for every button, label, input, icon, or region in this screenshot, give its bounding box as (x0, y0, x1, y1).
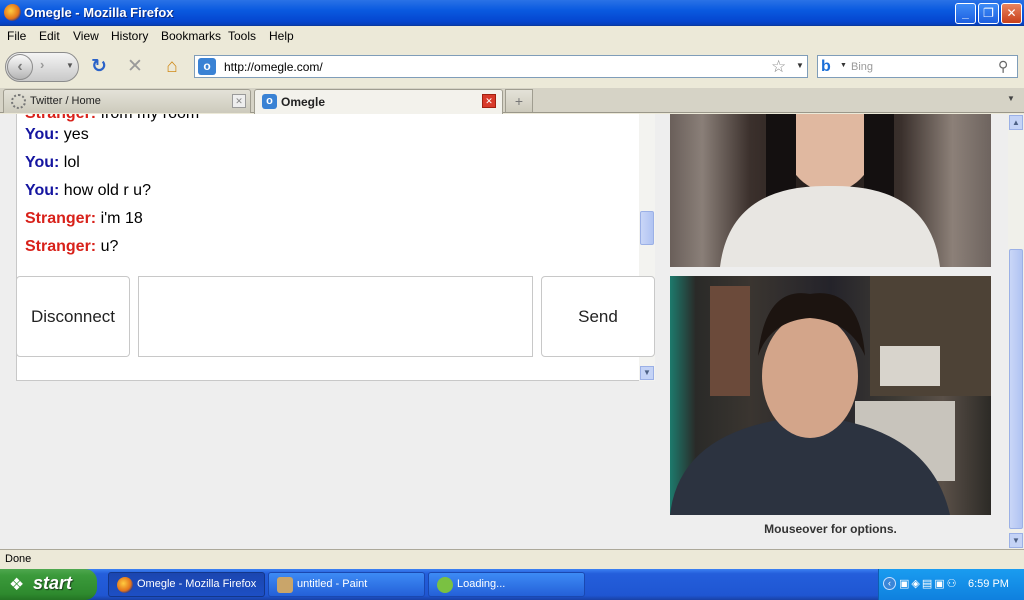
chat-scroll-thumb[interactable] (640, 211, 654, 245)
chat-message: u? (96, 238, 119, 255)
chat-sender: Stranger: (25, 238, 97, 255)
page-scrollbar[interactable]: ▲ ▼ (1008, 114, 1024, 549)
chat-sender: Stranger: (25, 114, 96, 122)
windows-taskbar: ❖ start Omegle - Mozilla Firefox untitle… (0, 569, 1024, 600)
stranger-video-frame (720, 114, 940, 267)
minimize-button[interactable]: _ (955, 3, 976, 24)
show-hidden-icons-icon[interactable]: ‹ (883, 577, 896, 590)
bing-engine-icon[interactable]: b (821, 59, 838, 75)
window-titlebar[interactable]: Omegle - Mozilla Firefox _ ❐ ✕ (0, 0, 1024, 26)
system-tray: ‹ ▣◈▤▣⚇ 6:59 PM (878, 569, 1024, 600)
start-label: start (33, 573, 73, 593)
video-options-caption: Mouseover for options. (764, 522, 897, 536)
chat-message: from my room (96, 114, 200, 122)
taskbar-item-label: Omegle - Mozilla Firefox (137, 578, 257, 590)
tab-label: Twitter / Home (30, 95, 101, 107)
close-button[interactable]: ✕ (1001, 3, 1022, 24)
forward-icon[interactable]: › (40, 57, 44, 72)
stop-icon[interactable]: ✕ (124, 56, 146, 78)
back-forward-group: ‹ › ▼ (5, 52, 79, 82)
menu-edit[interactable]: Edit (39, 29, 60, 43)
all-tabs-dropdown-icon[interactable]: ▼ (1007, 94, 1015, 103)
menu-bookmarks[interactable]: Bookmarks (161, 29, 221, 43)
taskbar-item-firefox[interactable]: Omegle - Mozilla Firefox (108, 572, 265, 597)
chat-line: Stranger: u? (25, 238, 118, 256)
self-video-frame (670, 276, 991, 515)
menu-history[interactable]: History (111, 29, 148, 43)
tab-close-icon[interactable]: ✕ (232, 94, 246, 108)
search-engine-dropdown-icon[interactable]: ▼ (840, 62, 847, 69)
message-input[interactable] (138, 276, 533, 357)
status-bar: Done (0, 549, 1024, 569)
chat-line: You: yes (25, 126, 89, 144)
self-video[interactable] (670, 276, 991, 515)
chat-message: how old r u? (59, 182, 151, 199)
search-go-icon[interactable]: ⚲ (998, 58, 1008, 75)
history-dropdown-icon[interactable]: ▼ (66, 61, 74, 70)
url-dropdown-icon[interactable]: ▼ (796, 61, 804, 70)
page-scroll-thumb[interactable] (1009, 249, 1023, 529)
bookmark-star-icon[interactable]: ☆ (771, 57, 786, 77)
clock[interactable]: 6:59 PM (968, 578, 1009, 590)
status-text: Done (5, 553, 32, 565)
chat-line-partial: Stranger: from my room (25, 114, 199, 123)
omegle-site-icon: o (198, 58, 216, 75)
url-bar[interactable]: o http://omegle.com/ ☆ ▼ (194, 55, 808, 78)
navigation-toolbar: ‹ › ▼ ↻ ✕ ⌂ o http://omegle.com/ ☆ ▼ b ▼… (0, 46, 1024, 88)
home-icon[interactable]: ⌂ (161, 56, 183, 78)
chat-sender: You: (25, 182, 60, 199)
search-bar[interactable]: b ▼ Bing ⚲ (817, 55, 1018, 78)
tab-omegle[interactable]: o Omegle ✕ (254, 89, 503, 114)
menu-help[interactable]: Help (269, 29, 294, 43)
app-icon (437, 577, 453, 593)
tab-bar: Twitter / Home ✕ o Omegle ✕ + ▼ (0, 88, 1024, 114)
start-button[interactable]: ❖ start (0, 569, 97, 600)
firefox-icon (117, 577, 133, 593)
windows-flag-icon: ❖ (9, 575, 25, 594)
disconnect-button[interactable]: Disconnect (16, 276, 130, 357)
chat-message: yes (59, 126, 89, 143)
chat-scroll-down-icon[interactable]: ▼ (640, 366, 654, 380)
chat-line: You: how old r u? (25, 182, 151, 200)
chat-sender: You: (25, 126, 60, 143)
chat-message: lol (59, 154, 80, 171)
loading-spinner-icon (11, 94, 26, 109)
omegle-tab-icon: o (262, 94, 277, 109)
chat-message: i'm 18 (96, 210, 143, 227)
stranger-video[interactable] (670, 114, 991, 267)
menu-file[interactable]: File (7, 29, 26, 43)
taskbar-item-label: untitled - Paint (297, 578, 368, 590)
search-input[interactable]: Bing (851, 61, 873, 73)
send-button[interactable]: Send (541, 276, 655, 357)
reload-icon[interactable]: ↻ (88, 56, 110, 78)
menu-bar: File Edit View History Bookmarks Tools H… (0, 26, 1024, 46)
taskbar-item-loading[interactable]: Loading... (428, 572, 585, 597)
window-title: Omegle - Mozilla Firefox (24, 5, 174, 20)
new-tab-button[interactable]: + (505, 89, 533, 112)
tab-close-icon[interactable]: ✕ (482, 94, 496, 108)
chat-line: Stranger: i'm 18 (25, 210, 143, 228)
maximize-button[interactable]: ❐ (978, 3, 999, 24)
page-content: Stranger: from my room You: yes You: lol… (0, 114, 1008, 549)
scroll-down-icon[interactable]: ▼ (1009, 533, 1023, 548)
tab-twitter[interactable]: Twitter / Home ✕ (3, 89, 251, 113)
paint-icon (277, 577, 293, 593)
chat-sender: Stranger: (25, 210, 97, 227)
taskbar-item-label: Loading... (457, 578, 506, 590)
url-text[interactable]: http://omegle.com/ (224, 60, 323, 74)
scroll-up-icon[interactable]: ▲ (1009, 115, 1023, 130)
menu-view[interactable]: View (73, 29, 99, 43)
menu-tools[interactable]: Tools (228, 29, 256, 43)
taskbar-item-paint[interactable]: untitled - Paint (268, 572, 425, 597)
chat-sender: You: (25, 154, 60, 171)
chat-line: You: lol (25, 154, 80, 172)
firefox-icon (4, 4, 21, 21)
tray-icons[interactable]: ▣◈▤▣⚇ (899, 577, 959, 590)
tab-label: Omegle (281, 95, 326, 109)
back-icon[interactable]: ‹ (7, 54, 33, 80)
